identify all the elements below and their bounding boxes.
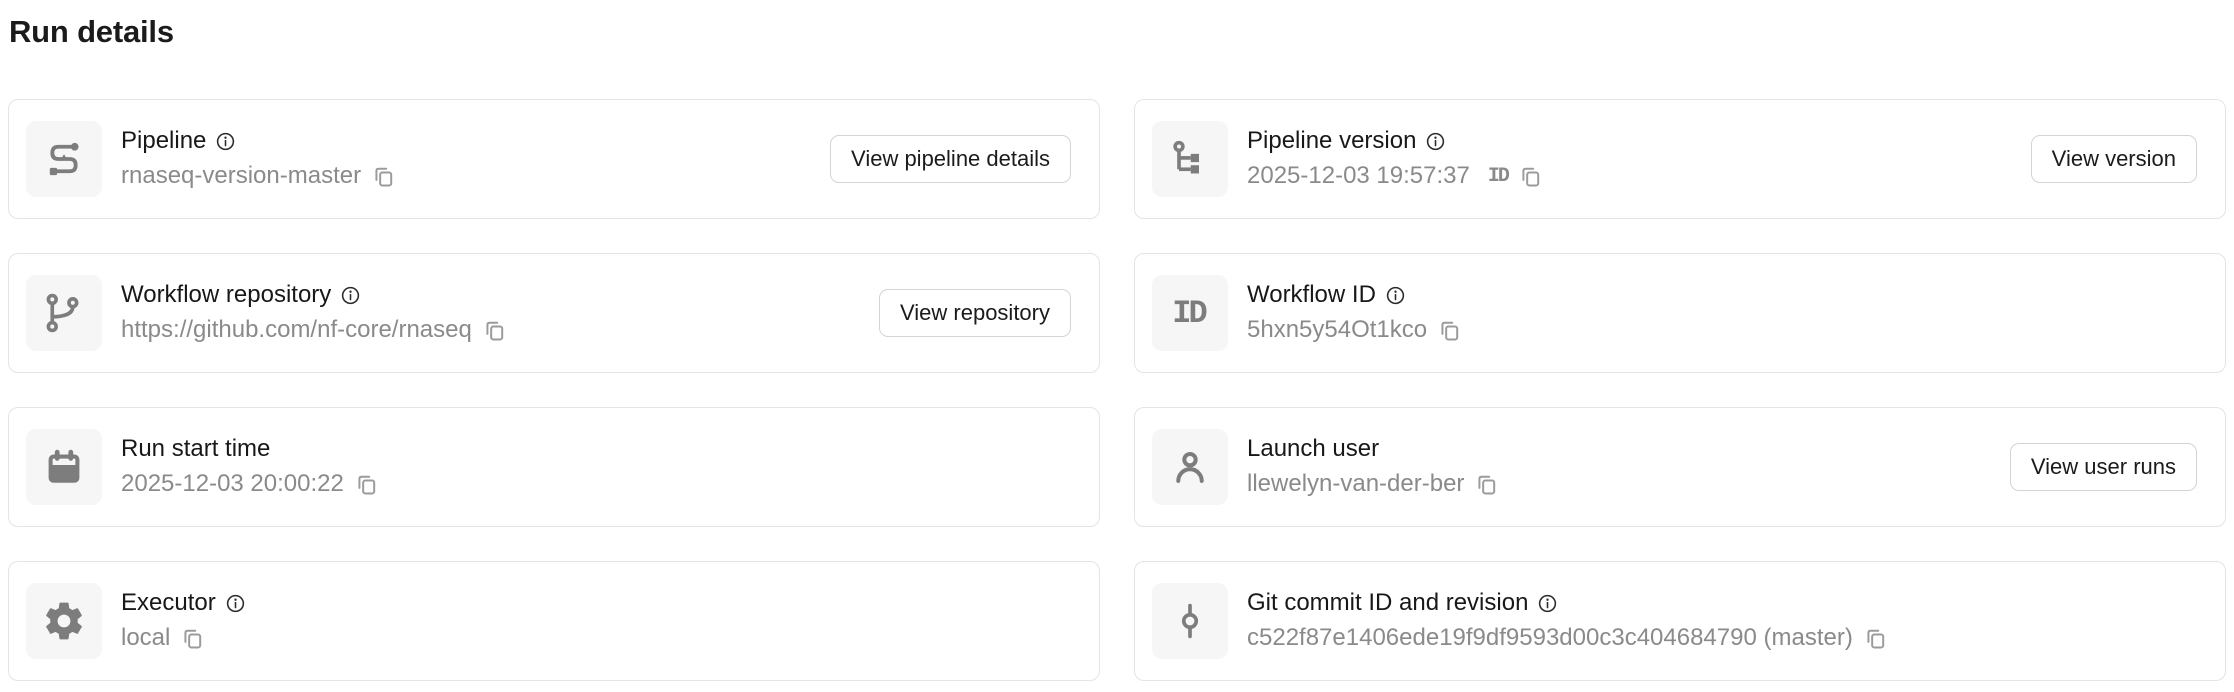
card-value: c522f87e1406ede19f9df9593d00c3c404684790…: [1247, 624, 1853, 652]
card-value: llewelyn-van-der-ber: [1247, 470, 1464, 498]
id-badge[interactable]: ID: [1488, 165, 1508, 188]
copy-icon[interactable]: [1474, 472, 1499, 497]
git-commit-icon: [1168, 599, 1212, 643]
card-value: 5hxn5y54Ot1kco: [1247, 316, 1427, 344]
copy-icon[interactable]: [482, 318, 507, 343]
info-icon[interactable]: [225, 593, 246, 614]
run-details-grid: Pipeline rnaseq-version-master: [8, 99, 2226, 681]
copy-icon[interactable]: [354, 472, 379, 497]
card-icon-box: [1152, 121, 1228, 197]
info-icon[interactable]: [215, 131, 236, 152]
gear-icon: [42, 599, 86, 643]
card-label: Pipeline version: [1247, 128, 1416, 154]
card-label: Pipeline: [121, 128, 206, 154]
card-label: Executor: [121, 590, 216, 616]
git-branch-icon: [42, 291, 86, 335]
copy-icon[interactable]: [371, 164, 396, 189]
copy-icon[interactable]: [1518, 164, 1543, 189]
pipeline-version-icon: [1168, 137, 1212, 181]
card-launch-user: Launch user llewelyn-van-der-ber View us…: [1134, 407, 2226, 527]
card-icon-box: [26, 121, 102, 197]
id-icon: ID: [1172, 295, 1204, 332]
card-icon-box: [1152, 583, 1228, 659]
card-value: local: [121, 624, 170, 652]
user-icon: [1168, 445, 1212, 489]
info-icon[interactable]: [340, 285, 361, 306]
pipeline-button[interactable]: View pipeline details: [830, 135, 1071, 183]
copy-icon[interactable]: [1863, 626, 1888, 651]
card-run-start-time: Run start time 2025-12-03 20:00:22: [8, 407, 1100, 527]
card-value: https://github.com/nf-core/rnaseq: [121, 316, 472, 344]
pipeline-version-button[interactable]: View version: [2031, 135, 2197, 183]
copy-icon[interactable]: [1437, 318, 1462, 343]
card-value: 2025-12-03 20:00:22: [121, 470, 344, 498]
card-executor: Executor local: [8, 561, 1100, 681]
info-icon[interactable]: [1385, 285, 1406, 306]
info-icon[interactable]: [1425, 131, 1446, 152]
card-git-commit: Git commit ID and revision c522f87e1406e…: [1134, 561, 2226, 681]
calendar-icon: [42, 445, 86, 489]
card-value: 2025-12-03 19:57:37: [1247, 162, 1470, 190]
card-pipeline-version: Pipeline version 2025-12-03 19:57:37 ID: [1134, 99, 2226, 219]
card-pipeline: Pipeline rnaseq-version-master: [8, 99, 1100, 219]
card-icon-box: ID: [1152, 275, 1228, 351]
card-icon-box: [26, 429, 102, 505]
launch-user-button[interactable]: View user runs: [2010, 443, 2197, 491]
card-icon-box: [26, 583, 102, 659]
card-icon-box: [1152, 429, 1228, 505]
card-label: Workflow ID: [1247, 282, 1376, 308]
card-workflow-id: ID Workflow ID 5hxn5y54Ot1kco: [1134, 253, 2226, 373]
card-icon-box: [26, 275, 102, 351]
copy-icon[interactable]: [180, 626, 205, 651]
workflow-repository-button[interactable]: View repository: [879, 289, 1071, 337]
card-label: Workflow repository: [121, 282, 331, 308]
card-label: Launch user: [1247, 436, 1379, 462]
card-workflow-repository: Workflow repository https://github.com/n…: [8, 253, 1100, 373]
page-title: Run details: [9, 12, 2234, 52]
card-label: Run start time: [121, 436, 270, 462]
card-label: Git commit ID and revision: [1247, 590, 1528, 616]
pipeline-icon: [41, 136, 87, 182]
info-icon[interactable]: [1537, 593, 1558, 614]
card-value: rnaseq-version-master: [121, 162, 361, 190]
